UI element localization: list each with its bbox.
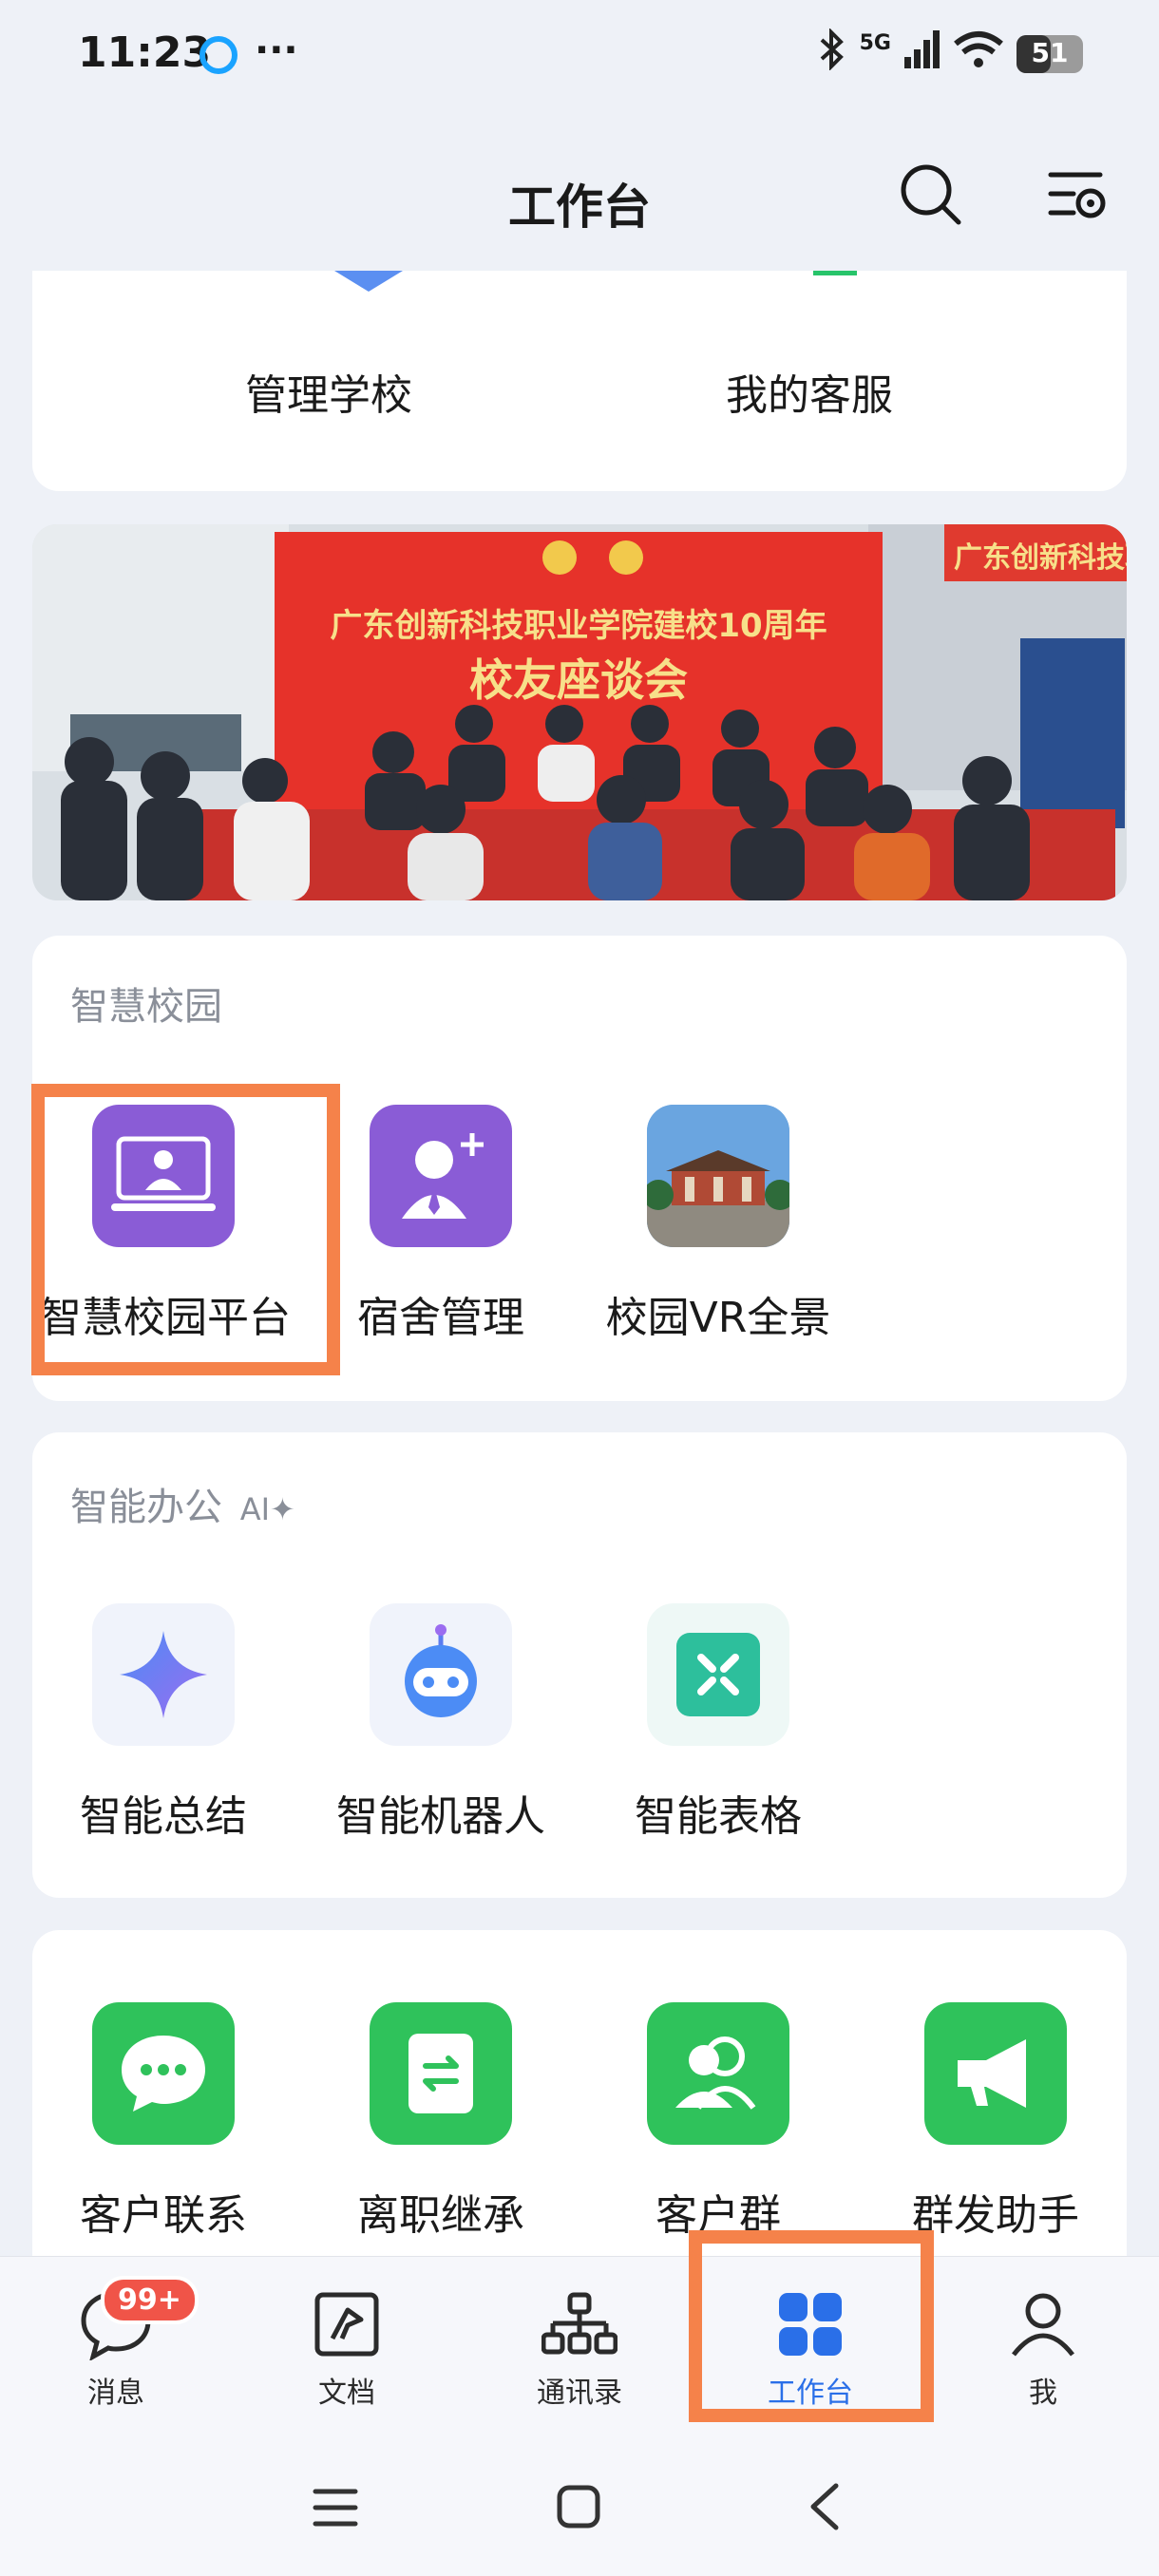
customer-contact-app[interactable]: 客户联系 <box>40 2002 287 2242</box>
smart-summary-app[interactable]: 智能总结 <box>40 1603 287 1843</box>
service-icon <box>813 271 857 275</box>
page-header: 工作台 <box>0 114 1159 271</box>
highlight-box <box>31 1084 340 1375</box>
tab-label: 消息 <box>87 2377 144 2410</box>
user-icon <box>1012 2293 1074 2357</box>
campus-building-photo <box>647 1105 789 1247</box>
banner-side-sign: 广东创新科技职业学 <box>954 541 1127 575</box>
home-square-icon <box>557 2485 600 2529</box>
customer-card: 客户联系 离职继承 客户群 群发助手 <box>32 1930 1127 2256</box>
back-button[interactable] <box>806 2482 844 2535</box>
app-notification-icon <box>200 36 238 74</box>
robot-icon <box>370 1603 512 1746</box>
app-label: 离职继承 <box>357 2191 524 2240</box>
search-icon <box>901 164 961 225</box>
resign-inherit-app[interactable]: 离职继承 <box>317 2002 564 2242</box>
system-nav-bar <box>0 2446 1159 2576</box>
status-bar: 11:23 ··· 5G 51 <box>0 0 1159 114</box>
my-customer-service-button[interactable]: 我的客服 <box>726 361 893 422</box>
signal-icon <box>904 30 940 77</box>
bluetooth-icon <box>818 28 846 79</box>
banner-photo: 广东创新科技职业学院建校10周年 校友座谈会 广东创新科技职业学 <box>32 524 1127 900</box>
smart-office-title-text: 智能办公 <box>70 1486 222 1529</box>
app-label: 智能表格 <box>635 1792 802 1841</box>
smart-table-app[interactable]: 智能表格 <box>595 1603 842 1843</box>
mass-message-assistant-app[interactable]: 群发助手 <box>872 2002 1119 2242</box>
more-notifications-icon: ··· <box>255 28 298 72</box>
menu-icon <box>313 2489 358 2527</box>
tab-me[interactable]: 我 <box>948 2285 1138 2411</box>
tab-documents[interactable]: 文档 <box>252 2285 442 2411</box>
smart-robot-app[interactable]: 智能机器人 <box>317 1603 564 1843</box>
app-label: 宿舍管理 <box>357 1294 524 1342</box>
banner-image[interactable]: 广东创新科技职业学院建校10周年 校友座谈会 广东创新科技职业学 <box>32 524 1127 900</box>
document-icon <box>314 2292 379 2357</box>
school-icon <box>334 271 403 292</box>
banner-school-name: 广东创新科技职业学院建校10周年 <box>330 607 826 645</box>
management-card: 管理学校 我的客服 <box>32 271 1127 491</box>
chat-bubble-icon <box>92 2002 235 2145</box>
bottom-tab-bar: 99+ 消息 文档 通讯录 工作台 我 <box>0 2256 1159 2447</box>
add-user-icon <box>370 1105 512 1247</box>
campus-vr-panorama-app[interactable]: 校园VR全景 <box>595 1105 842 1344</box>
network-type: 5G <box>859 31 891 55</box>
org-chart-icon <box>542 2292 618 2355</box>
tab-label: 我 <box>1029 2377 1057 2410</box>
back-arrow-icon <box>810 2483 839 2530</box>
page-title: 工作台 <box>508 180 651 235</box>
megaphone-icon <box>924 2002 1067 2145</box>
home-button[interactable] <box>556 2484 601 2533</box>
app-label: 校园VR全景 <box>605 1294 831 1342</box>
smart-campus-title: 智慧校园 <box>70 985 222 1029</box>
dormitory-management-app[interactable]: 宿舍管理 <box>317 1105 564 1344</box>
smart-office-card: 智能办公 AI✦ 智能总结 智能机器人 智能表格 <box>32 1432 1127 1898</box>
battery-icon: 51 <box>1016 34 1083 73</box>
list-settings-icon <box>1048 172 1106 218</box>
battery-level: 51 <box>1031 36 1069 68</box>
unread-badge: 99+ <box>101 2276 199 2324</box>
highlight-box <box>689 2230 934 2422</box>
ai-badge: AI✦ <box>239 1491 295 1527</box>
smart-office-title: 智能办公 AI✦ <box>70 1476 295 1531</box>
app-label: 客户联系 <box>80 2191 247 2240</box>
recent-apps-button[interactable] <box>312 2486 359 2533</box>
tab-label: 文档 <box>318 2377 375 2410</box>
status-time: 11:23 <box>78 28 212 77</box>
transfer-icon <box>370 2002 512 2145</box>
manage-school-button[interactable]: 管理学校 <box>245 361 412 422</box>
app-label: 智能总结 <box>80 1792 247 1841</box>
customer-group-app[interactable]: 客户群 <box>595 2002 842 2242</box>
banner-event-title: 校友座谈会 <box>469 654 688 706</box>
sparkle-icon <box>92 1603 235 1746</box>
app-label: 智能机器人 <box>336 1792 545 1841</box>
workbench-settings-button[interactable] <box>1047 169 1108 226</box>
tab-messages[interactable]: 99+ 消息 <box>21 2276 211 2411</box>
group-icon <box>647 2002 789 2145</box>
search-button[interactable] <box>898 161 964 232</box>
wifi-icon <box>954 30 1003 77</box>
tab-label: 通讯录 <box>537 2377 622 2410</box>
tab-contacts[interactable]: 通讯录 <box>484 2285 674 2411</box>
status-indicators: 5G 51 <box>818 28 1083 79</box>
table-icon <box>647 1603 789 1746</box>
